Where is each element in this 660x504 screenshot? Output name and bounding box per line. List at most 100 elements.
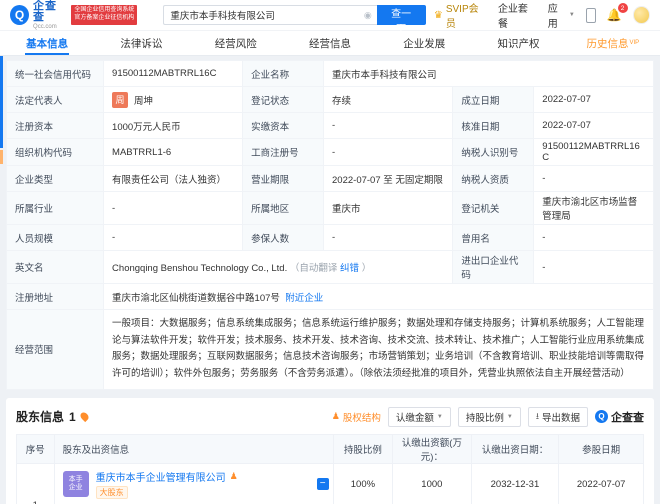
column-header: 认缴出资日期： bbox=[470, 433, 560, 464]
ratio-filter-button[interactable]: 持股比例 ▼ bbox=[457, 406, 521, 427]
tab-history[interactable]: 历史信息 VIP bbox=[566, 31, 660, 55]
field-label: 登记机关 bbox=[452, 191, 535, 225]
field-value: - bbox=[323, 138, 454, 166]
qcc-company-page: Q 企查查 Qcc.com 全国企业信用查询系统 官方备案企业征信机构 ◉ 查一… bbox=[0, 0, 660, 504]
tab-ip[interactable]: 知识产权 bbox=[471, 31, 565, 55]
field-label: 纳税人识别号 bbox=[452, 138, 535, 166]
official-badge: 全国企业信用查询系统 官方备案企业征信机构 bbox=[71, 5, 138, 25]
field-value: - bbox=[103, 224, 244, 251]
brand-name: 企查查 bbox=[33, 0, 58, 23]
column-header: 参股日期 bbox=[558, 433, 644, 464]
equity-structure-link[interactable]: ♟ 股权结构 bbox=[332, 410, 381, 424]
field-value: - bbox=[323, 112, 454, 139]
shareholder-info-cell: 本手 企业 重庆市本手企业管理有限公司 ♟ 大股东 − bbox=[53, 462, 334, 504]
field-label: 营业期限 bbox=[242, 165, 325, 192]
search-input[interactable] bbox=[163, 5, 359, 25]
column-header: 认缴出资额(万元)： bbox=[392, 433, 472, 464]
qcc-logo-icon: Q bbox=[10, 5, 30, 25]
field-value: 存续 bbox=[323, 86, 454, 113]
field-label: 工商注册号 bbox=[242, 138, 325, 166]
table-row: 所属行业 - 所属地区 重庆市 登记机关 重庆市渝北区市场监督管理局 bbox=[5, 191, 654, 225]
field-value: - bbox=[533, 250, 654, 284]
field-label: 经营范围 bbox=[5, 309, 105, 390]
field-value: - bbox=[103, 191, 244, 225]
field-label: 组织机构代码 bbox=[5, 138, 105, 166]
field-label: 法定代表人 bbox=[5, 86, 105, 113]
field-label: 纳税人资质 bbox=[452, 165, 535, 192]
row-index: 1 bbox=[16, 462, 55, 504]
field-label: 统一社会信用代码 bbox=[5, 60, 105, 87]
field-label: 成立日期 bbox=[452, 86, 535, 113]
field-value: 91500112MABTRRL16C bbox=[533, 138, 654, 166]
qcc-watermark-icon: Q bbox=[595, 410, 608, 423]
field-value: - bbox=[533, 224, 654, 251]
business-scope-text: 一般项目：大数据服务；信息系统集成服务；信息系统运行维护服务；数据处理和存储支持… bbox=[103, 309, 654, 390]
collapse-toggle[interactable]: − bbox=[316, 478, 329, 490]
user-avatar[interactable] bbox=[632, 6, 650, 24]
field-value: 重庆市本手科技有限公司 bbox=[323, 60, 654, 87]
export-data-button[interactable]: ⭳ 导出数据 bbox=[527, 406, 588, 427]
field-label: 注册资本 bbox=[5, 112, 105, 139]
field-label: 登记状态 bbox=[242, 86, 325, 113]
shareholder-name-link[interactable]: 重庆市本手企业管理有限公司 bbox=[96, 469, 226, 484]
subscribe-date-value: 2032-12-31 bbox=[470, 462, 560, 504]
camera-icon[interactable]: ◉ bbox=[358, 5, 377, 25]
notification-badge: 2 bbox=[617, 3, 628, 13]
column-header: 序号 bbox=[16, 433, 55, 464]
field-value: - bbox=[323, 224, 454, 251]
shareholders-section: 股东信息 1 ♟ 股权结构 认缴金额 ▼ 持股比例 ▼ ⭳ 导出数据 Q 企查查… bbox=[6, 397, 654, 504]
table-row: 统一社会信用代码 91500112MABTRRL16C 企业名称 重庆市本手科技… bbox=[5, 60, 654, 87]
auto-translate-note: （自动翻译 bbox=[289, 263, 338, 274]
crown-icon: ♛ bbox=[433, 9, 443, 21]
field-value: 有限责任公司（法人独资） bbox=[103, 165, 244, 192]
tab-risk[interactable]: 经营风险 bbox=[189, 31, 283, 55]
shareholder-row: 1 本手 企业 重庆市本手企业管理有限公司 ♟ 大股东 bbox=[16, 462, 644, 504]
notifications-button[interactable]: 🔔 2 bbox=[607, 3, 628, 22]
apps-menu[interactable]: 应用 ▼ bbox=[548, 0, 575, 30]
tab-legal[interactable]: 法律诉讼 bbox=[94, 31, 188, 55]
field-label: 企业类型 bbox=[5, 165, 105, 192]
table-row: 注册地址 重庆市渝北区仙桃街道数据谷中路107号 附近企业 bbox=[5, 283, 654, 310]
ratio-value: 100% bbox=[332, 462, 394, 504]
svip-link[interactable]: ♛ SVIP会员 bbox=[434, 0, 487, 30]
nearby-companies-link[interactable]: 附近企业 bbox=[285, 293, 323, 304]
field-label: 核准日期 bbox=[452, 112, 535, 139]
field-label: 所属行业 bbox=[5, 191, 105, 225]
structure-icon: ♟ bbox=[331, 411, 340, 421]
tab-operation[interactable]: 经营信息 bbox=[283, 31, 377, 55]
vip-badge: VIP bbox=[629, 40, 640, 46]
field-label: 曾用名 bbox=[452, 224, 535, 251]
qcc-logo[interactable]: Q 企查查 Qcc.com 全国企业信用查询系统 官方备案企业征信机构 bbox=[10, 0, 138, 30]
field-label: 英文名 bbox=[5, 250, 105, 284]
field-label: 注册地址 bbox=[5, 283, 105, 310]
chevron-down-icon: ▼ bbox=[506, 413, 513, 420]
brand-text: 企查查 Qcc.com bbox=[33, 0, 67, 30]
basic-info-table: 统一社会信用代码 91500112MABTRRL16C 企业名称 重庆市本手科技… bbox=[5, 60, 654, 390]
table-row: 注册资本 1000万元人民币 实缴资本 - 核准日期 2022-07-07 bbox=[5, 112, 654, 139]
legal-rep-name[interactable]: 周坤 bbox=[134, 93, 153, 107]
field-label: 所属地区 bbox=[242, 191, 325, 225]
person-icon[interactable]: ♟ bbox=[230, 471, 238, 482]
top-bar: Q 企查查 Qcc.com 全国企业信用查询系统 官方备案企业征信机构 ◉ 查一… bbox=[0, 0, 660, 35]
field-value: 1000万元人民币 bbox=[103, 112, 244, 139]
side-indicator-blue bbox=[0, 56, 3, 148]
amount-filter-button[interactable]: 认缴金额 ▼ bbox=[387, 406, 451, 427]
package-link[interactable]: 企业套餐 bbox=[498, 0, 537, 30]
amount-value: 1000 bbox=[392, 462, 472, 504]
tab-bar: 基本信息 法律诉讼 经营风险 经营信息 企业发展 知识产权 历史信息 VIP bbox=[0, 30, 660, 56]
field-value: 2022-07-07 bbox=[533, 112, 654, 139]
mobile-app-icon[interactable] bbox=[585, 7, 596, 23]
tab-development[interactable]: 企业发展 bbox=[377, 31, 471, 55]
field-value: 重庆市渝北区仙桃街道数据谷中路107号 附近企业 bbox=[103, 283, 654, 310]
field-value: Chongqing Benshou Technology Co., Ltd. （… bbox=[103, 250, 454, 284]
basic-info-card: 统一社会信用代码 91500112MABTRRL16C 企业名称 重庆市本手科技… bbox=[5, 60, 654, 390]
search-button[interactable]: 查一下 bbox=[376, 5, 426, 35]
tab-basic-info[interactable]: 基本信息 bbox=[0, 31, 94, 55]
translate-correct-link[interactable]: 纠错 bbox=[340, 263, 359, 274]
join-date-value: 2022-07-07 bbox=[558, 462, 644, 504]
field-value: 重庆市 bbox=[323, 191, 454, 225]
field-value: 2022-07-07 bbox=[533, 86, 654, 113]
table-row: 企业类型 有限责任公司（法人独资） 营业期限 2022-07-07 至 无固定期… bbox=[5, 165, 654, 192]
table-row: 经营范围 一般项目：大数据服务；信息系统集成服务；信息系统运行维护服务；数据处理… bbox=[5, 309, 654, 390]
legal-rep-avatar[interactable]: 周 bbox=[112, 91, 129, 108]
